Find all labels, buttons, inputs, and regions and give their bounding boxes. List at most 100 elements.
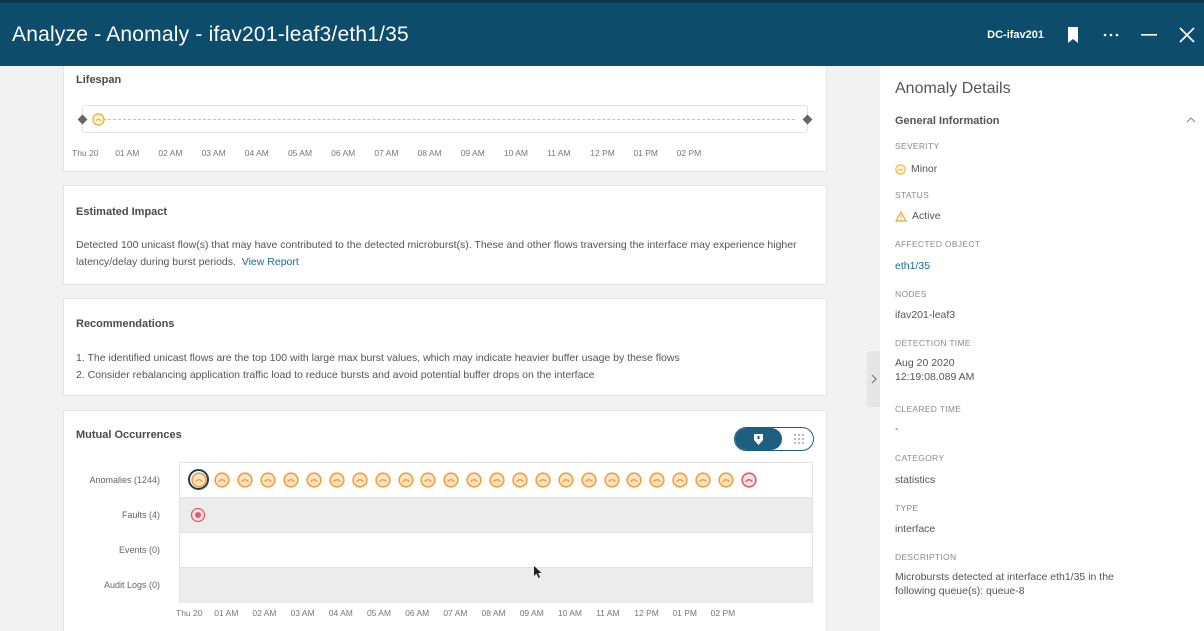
events-row: Events (0) <box>119 533 812 568</box>
anomaly-marker[interactable] <box>327 470 346 489</box>
title-bar: Analyze - Anomaly - ifav201-leaf3/eth1/3… <box>0 0 1204 66</box>
axis-tick: 05 AM <box>287 148 313 158</box>
recommendation-item: 1. The identified unicast flows are the … <box>76 352 680 364</box>
lifespan-end-marker[interactable] <box>802 114 813 125</box>
row-label: Anomalies (1244) <box>89 475 160 485</box>
description-line-1: Microbursts detected at interface eth1/3… <box>895 571 1114 583</box>
axis-tick: 07 AM <box>374 148 399 158</box>
lifespan-title: Lifespan <box>76 74 122 86</box>
anomaly-details-panel: Anomaly Details General Information SEVE… <box>880 66 1204 631</box>
anomaly-marker[interactable] <box>282 470 301 489</box>
view-report-link[interactable]: View Report <box>242 256 299 268</box>
axis-tick: 11 AM <box>547 148 571 158</box>
estimated-impact-card: Estimated Impact Detected 100 unicast fl… <box>63 185 827 285</box>
major-severity-icon <box>741 471 757 488</box>
axis-tick: 05 AM <box>366 608 392 618</box>
description-label: DESCRIPTION <box>895 552 957 562</box>
axis-tick: 02 PM <box>710 608 736 618</box>
anomaly-marker[interactable] <box>648 470 667 489</box>
impact-text: Detected 100 unicast flow(s) that may ha… <box>76 237 816 271</box>
minor-severity-icon <box>580 471 597 488</box>
audit-logs-row: Audit Logs (0) <box>104 568 812 603</box>
anomaly-marker[interactable] <box>442 470 461 489</box>
category-label: CATEGORY <box>895 453 945 463</box>
lifespan-axis: Thu 20 01 AM 02 AM 03 AM 04 AM 05 AM 06 … <box>72 148 812 158</box>
axis-tick: 03 AM <box>290 608 315 618</box>
anomaly-marker[interactable] <box>213 470 232 489</box>
minor-severity-icon <box>237 471 253 488</box>
warning-icon <box>895 210 907 222</box>
title-bar-actions: DC-ifav201 <box>987 3 1196 66</box>
minor-severity-icon <box>695 471 711 488</box>
severity-label: SEVERITY <box>895 141 940 151</box>
recommendations-card: Recommendations 1. The identified unicas… <box>63 298 827 396</box>
mutual-title: Mutual Occurrences <box>76 429 182 441</box>
axis-tick: 02 PM <box>676 148 702 158</box>
lifespan-start-marker[interactable] <box>77 114 88 125</box>
lifespan-line <box>103 119 795 120</box>
mouse-cursor-icon <box>534 566 542 578</box>
recommendations-title: Recommendations <box>76 318 175 330</box>
anomaly-marker[interactable] <box>694 470 713 489</box>
anomaly-marker[interactable] <box>510 470 529 489</box>
anomaly-marker[interactable] <box>373 470 392 489</box>
fault-marker[interactable] <box>188 505 207 524</box>
major-severity-icon <box>190 507 205 522</box>
axis-tick: Thu 20 <box>176 608 203 618</box>
anomaly-markers <box>188 469 758 490</box>
chevron-up-icon[interactable] <box>1186 115 1196 125</box>
axis-tick: 06 AM <box>331 148 356 158</box>
anomaly-marker[interactable] <box>236 470 255 489</box>
minor-severity-icon <box>306 471 322 488</box>
anomaly-marker[interactable] <box>488 470 507 489</box>
minor-severity-icon <box>420 471 437 488</box>
site-label[interactable]: DC-ifav201 <box>987 29 1044 41</box>
axis-tick: 10 AM <box>503 148 528 158</box>
chevron-right-icon <box>871 374 877 384</box>
anomaly-marker[interactable] <box>419 470 438 489</box>
detection-clock: 12:19:08.089 AM <box>895 371 975 383</box>
type-label: TYPE <box>895 503 919 513</box>
toggle-option-list[interactable] <box>785 428 813 450</box>
minor-severity-icon <box>626 471 643 488</box>
minor-severity-icon[interactable] <box>92 113 105 126</box>
minor-severity-icon <box>489 471 505 488</box>
main-content[interactable]: Lifespan Thu 20 01 AM 02 AM 03 AM 04 AM … <box>0 66 880 631</box>
anomaly-marker[interactable] <box>602 470 621 489</box>
affected-object-link[interactable]: eth1/35 <box>895 259 930 273</box>
category-value: statistics <box>895 474 936 486</box>
minor-severity-icon <box>603 471 620 488</box>
axis-tick: 03 AM <box>201 148 226 158</box>
minimize-icon[interactable] <box>1140 25 1158 45</box>
type-value: interface <box>895 523 936 535</box>
toggle-option-timeline[interactable] <box>735 428 782 450</box>
axis-tick: 02 AM <box>158 148 183 158</box>
cleared-time-value: - <box>895 423 899 435</box>
axis-tick: 12 PM <box>590 148 615 158</box>
anomaly-marker[interactable] <box>188 469 209 490</box>
severity-value: Minor <box>895 162 937 176</box>
anomaly-marker[interactable] <box>716 470 735 489</box>
anomaly-marker[interactable] <box>625 470 644 489</box>
details-heading: Anomaly Details <box>895 80 1011 97</box>
more-options-icon[interactable] <box>1102 25 1120 45</box>
anomaly-marker[interactable] <box>465 470 484 489</box>
anomaly-marker[interactable] <box>579 470 598 489</box>
anomaly-marker[interactable] <box>304 470 323 489</box>
anomaly-marker[interactable] <box>556 470 575 489</box>
anomaly-marker[interactable] <box>350 470 369 489</box>
panel-toggle-handle[interactable] <box>867 351 881 407</box>
close-icon[interactable] <box>1178 25 1196 45</box>
anomaly-marker[interactable] <box>671 470 690 489</box>
faults-row: Faults (4) <box>122 498 812 533</box>
occurrences-grid: Anomalies (1244) Faults (4) Events (0) A… <box>89 462 813 603</box>
anomaly-marker-major[interactable] <box>739 470 758 489</box>
bookmark-icon[interactable] <box>1064 25 1082 45</box>
minor-severity-icon <box>374 471 391 488</box>
general-information-header[interactable]: General Information <box>895 115 1000 127</box>
anomaly-marker[interactable] <box>396 470 415 489</box>
anomaly-marker[interactable] <box>533 470 552 489</box>
anomalies-row: Anomalies (1244) <box>89 463 812 498</box>
view-toggle[interactable] <box>734 427 814 451</box>
anomaly-marker[interactable] <box>259 470 278 489</box>
